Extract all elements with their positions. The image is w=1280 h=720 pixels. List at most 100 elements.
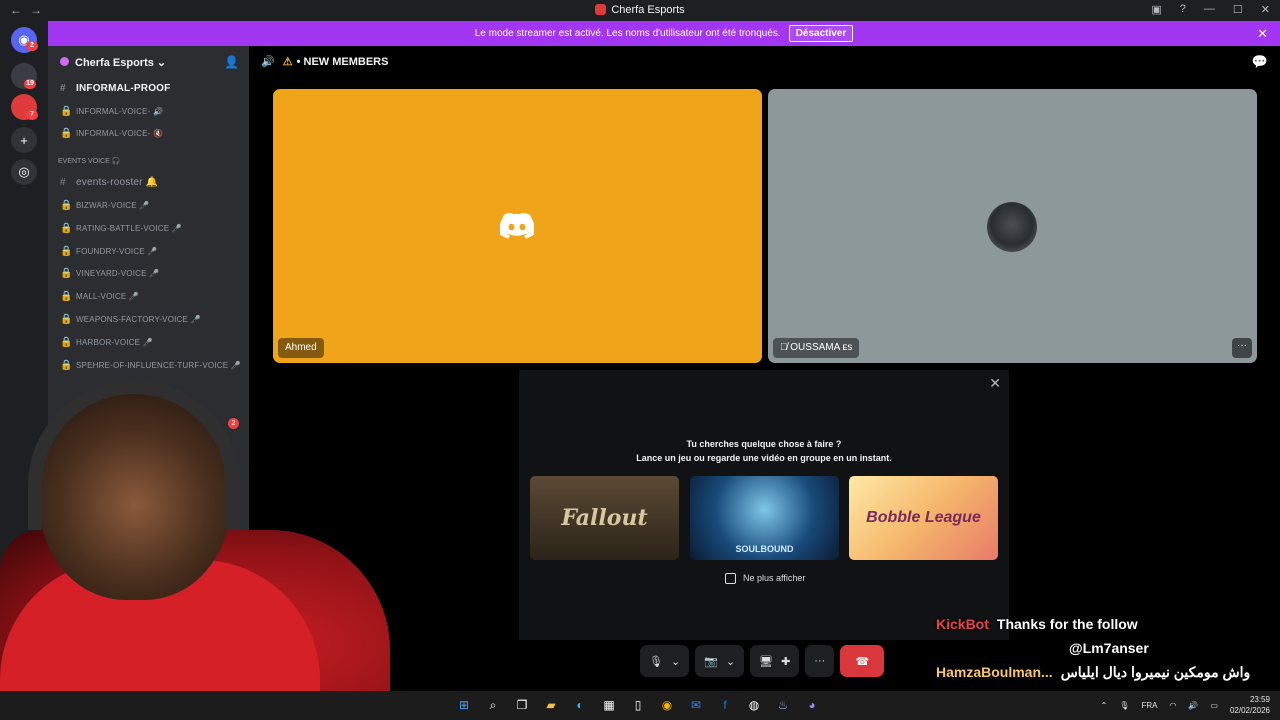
- call-controls: 🎙 ⌄ 📷 ⌄ 🖥 ✚ ··· ☎: [640, 645, 885, 677]
- more-button[interactable]: ···: [805, 645, 835, 677]
- activity-title: Tu cherches quelque chose à faire ?: [686, 439, 842, 449]
- volume-icon[interactable]: 🔊: [1188, 701, 1198, 710]
- minimize-button[interactable]: —: [1204, 3, 1215, 16]
- explore-icon[interactable]: ◎: [11, 159, 37, 185]
- chat-icon[interactable]: 💬: [1252, 54, 1268, 70]
- channel-mall-voice[interactable]: 🔒 MALL-VOICE 🎤: [48, 285, 249, 308]
- close-window-button[interactable]: ✕: [1261, 3, 1270, 16]
- language-indicator[interactable]: FRA: [1141, 701, 1157, 710]
- chat-line-3: HamzaBoulman... واش مومكين نيميروا ديال ا…: [936, 664, 1251, 680]
- ellipsis-icon: ···: [814, 655, 826, 667]
- discord-taskbar-icon[interactable]: ◕: [803, 696, 821, 714]
- activity-subtitle: Lance un jeu ou regarde une vidéo en gro…: [636, 453, 892, 463]
- notepad-icon[interactable]: ▯: [629, 696, 647, 714]
- hash-icon: #: [60, 177, 66, 189]
- lock-icon: 🔒: [60, 200, 73, 212]
- game-card-soulbound[interactable]: SOULBOUND: [690, 476, 839, 560]
- lock-icon: 🔒: [60, 359, 73, 371]
- video-tile-oussama[interactable]: 🎙̸ OUSSAMA ᴇs ···: [768, 89, 1257, 363]
- mail-icon[interactable]: ✉: [687, 696, 705, 714]
- server-badge-1: 19: [24, 79, 36, 89]
- avatar: [987, 202, 1037, 252]
- lock-icon: 🔒: [60, 268, 73, 280]
- help-icon[interactable]: ?: [1180, 3, 1186, 16]
- chevron-down-icon[interactable]: ⌄: [671, 655, 680, 668]
- title-bar: ←→ Cherfa Esports ▣ ? — ☐ ✕: [0, 0, 1280, 21]
- file-explorer-icon[interactable]: ▰: [542, 696, 560, 714]
- game-icon[interactable]: ◍: [745, 696, 763, 714]
- camera-off-icon: 📷: [704, 655, 718, 668]
- system-tray: ⌃ 🎙 FRA ◠ 🔊 ▭ 23:59 02/02/2026: [1101, 694, 1270, 716]
- server-name: Cherfa Esports: [75, 57, 154, 69]
- microphone-button[interactable]: 🎙 ⌄: [640, 645, 690, 677]
- headset-icon: [28, 380, 240, 530]
- channel-foundry-voice[interactable]: 🔒 FOUNDRY-VOICE 🎤: [48, 240, 249, 263]
- more-options-icon[interactable]: ···: [1232, 338, 1252, 358]
- video-tile-ahmed[interactable]: Ahmed: [273, 89, 762, 363]
- facebook-icon[interactable]: f: [716, 696, 734, 714]
- dont-show-checkbox[interactable]: [725, 573, 736, 584]
- task-view-icon[interactable]: ❐: [513, 696, 531, 714]
- dont-show-label: Ne plus afficher: [743, 573, 806, 583]
- start-icon[interactable]: ⊞: [455, 696, 473, 714]
- participant-name-2: 🎙̸ OUSSAMA ᴇs: [773, 338, 860, 358]
- chat-user-1: KickBot: [936, 616, 989, 632]
- disable-streamer-button[interactable]: Désactiver: [788, 25, 854, 42]
- wifi-icon[interactable]: ◠: [1169, 701, 1176, 710]
- clock[interactable]: 23:59 02/02/2026: [1230, 694, 1270, 716]
- participant-name-1: Ahmed: [278, 338, 324, 358]
- channel-header: 🔊 ⚠ • NEW MEMBERS 💬: [261, 54, 1268, 70]
- phone-hangup-icon: ☎: [855, 655, 870, 668]
- store-icon[interactable]: ▦: [600, 696, 618, 714]
- channel-spehre-voice[interactable]: 🔒 SPEHRE-OF-INFLUENCE-TURF-VOICE 🎤: [48, 354, 249, 377]
- channel-harbor-voice[interactable]: 🔒 HARBOR-VOICE 🎤: [48, 331, 249, 354]
- search-icon[interactable]: ⌕: [484, 696, 502, 714]
- activities-icon[interactable]: ✚: [781, 655, 790, 668]
- channel-weapons-factory-voice[interactable]: 🔒 WEAPONS-FACTORY-VOICE 🎤: [48, 308, 249, 331]
- lock-icon: 🔒: [60, 222, 73, 234]
- maximize-button[interactable]: ☐: [1233, 3, 1243, 16]
- add-server-icon[interactable]: +: [11, 127, 37, 153]
- steam-icon[interactable]: ♨: [774, 696, 792, 714]
- server-icon: [595, 4, 607, 15]
- close-panel-icon[interactable]: ✕: [989, 375, 1001, 392]
- chevron-up-icon[interactable]: ⌃: [1101, 701, 1108, 710]
- hash-icon: #: [60, 82, 66, 94]
- channel-vineyard-voice[interactable]: 🔒 VINEYARD-VOICE 🎤: [48, 263, 249, 286]
- inbox-icon[interactable]: ▣: [1151, 3, 1161, 16]
- chrome-icon[interactable]: ◉: [658, 696, 676, 714]
- speaker-icon: 🔊: [261, 56, 275, 68]
- lock-icon: 🔒: [60, 128, 73, 140]
- game-card-bobble-league[interactable]: Bobble League: [849, 476, 998, 560]
- add-member-icon[interactable]: 👤: [224, 55, 239, 69]
- windows-taskbar: ⊞ ⌕ ❐ ▰ ◐ ▦ ▯ ◉ ✉ f ◍ ♨ ◕ ⌃ 🎙 FRA ◠ 🔊 ▭ …: [0, 691, 1280, 720]
- channel-title: NEW MEMBERS: [303, 56, 389, 68]
- channel-rating-battle-voice[interactable]: 🔒 RATING-BATTLE-VOICE 🎤: [48, 217, 249, 240]
- chat-line-1: KickBot Thanks for the follow: [936, 616, 1138, 632]
- channel-informal-proof[interactable]: # INFORMAL-PROOF: [48, 77, 249, 100]
- channel-bizwar-voice[interactable]: 🔒 BIZWAR-VOICE 🎤: [48, 194, 249, 217]
- microphone-tray-icon[interactable]: 🎙: [1119, 701, 1129, 710]
- channel-events-rooster[interactable]: # events-rooster 🔔: [48, 171, 249, 194]
- server-header[interactable]: Cherfa Esports ⌄ 👤: [48, 46, 249, 77]
- camera-button[interactable]: 📷 ⌄: [695, 645, 745, 677]
- channel-informal-voice-2[interactable]: 🔒 INFORMAL-VOICE- 🔇: [48, 123, 249, 146]
- battery-icon[interactable]: ▭: [1210, 701, 1218, 710]
- lock-icon: 🔒: [60, 314, 73, 326]
- channel-informal-voice-1[interactable]: 🔒 INFORMAL-VOICE- 🔊: [48, 100, 249, 123]
- edge-icon[interactable]: ◐: [571, 696, 589, 714]
- screen-share-icon: 🖥: [759, 655, 774, 668]
- game-card-fallout[interactable]: Fallout: [530, 476, 679, 560]
- category-events-voice[interactable]: EVENTS VOICE 🎧: [48, 145, 249, 171]
- muted-mic-icon: 🎙̸: [780, 342, 791, 353]
- close-banner-icon[interactable]: ✕: [1257, 26, 1268, 42]
- chevron-down-icon[interactable]: ⌄: [726, 655, 735, 668]
- streamer-mode-banner: Le mode streamer est activé. Les noms d'…: [48, 21, 1280, 46]
- hang-up-button[interactable]: ☎: [840, 645, 885, 677]
- voice-channel-main: 🔊 ⚠ • NEW MEMBERS 💬 Ahmed 🎙̸ OUSSAMA ᴇs ··…: [249, 46, 1280, 691]
- stream-chat-overlay: KickBot Thanks for the follow @Lm7anser H…: [936, 612, 1266, 684]
- banner-text: Le mode streamer est activé. Les noms d'…: [474, 28, 781, 39]
- discord-logo-icon: [500, 213, 534, 239]
- share-screen-button[interactable]: 🖥 ✚: [750, 645, 800, 677]
- lock-icon: 🔒: [60, 105, 73, 117]
